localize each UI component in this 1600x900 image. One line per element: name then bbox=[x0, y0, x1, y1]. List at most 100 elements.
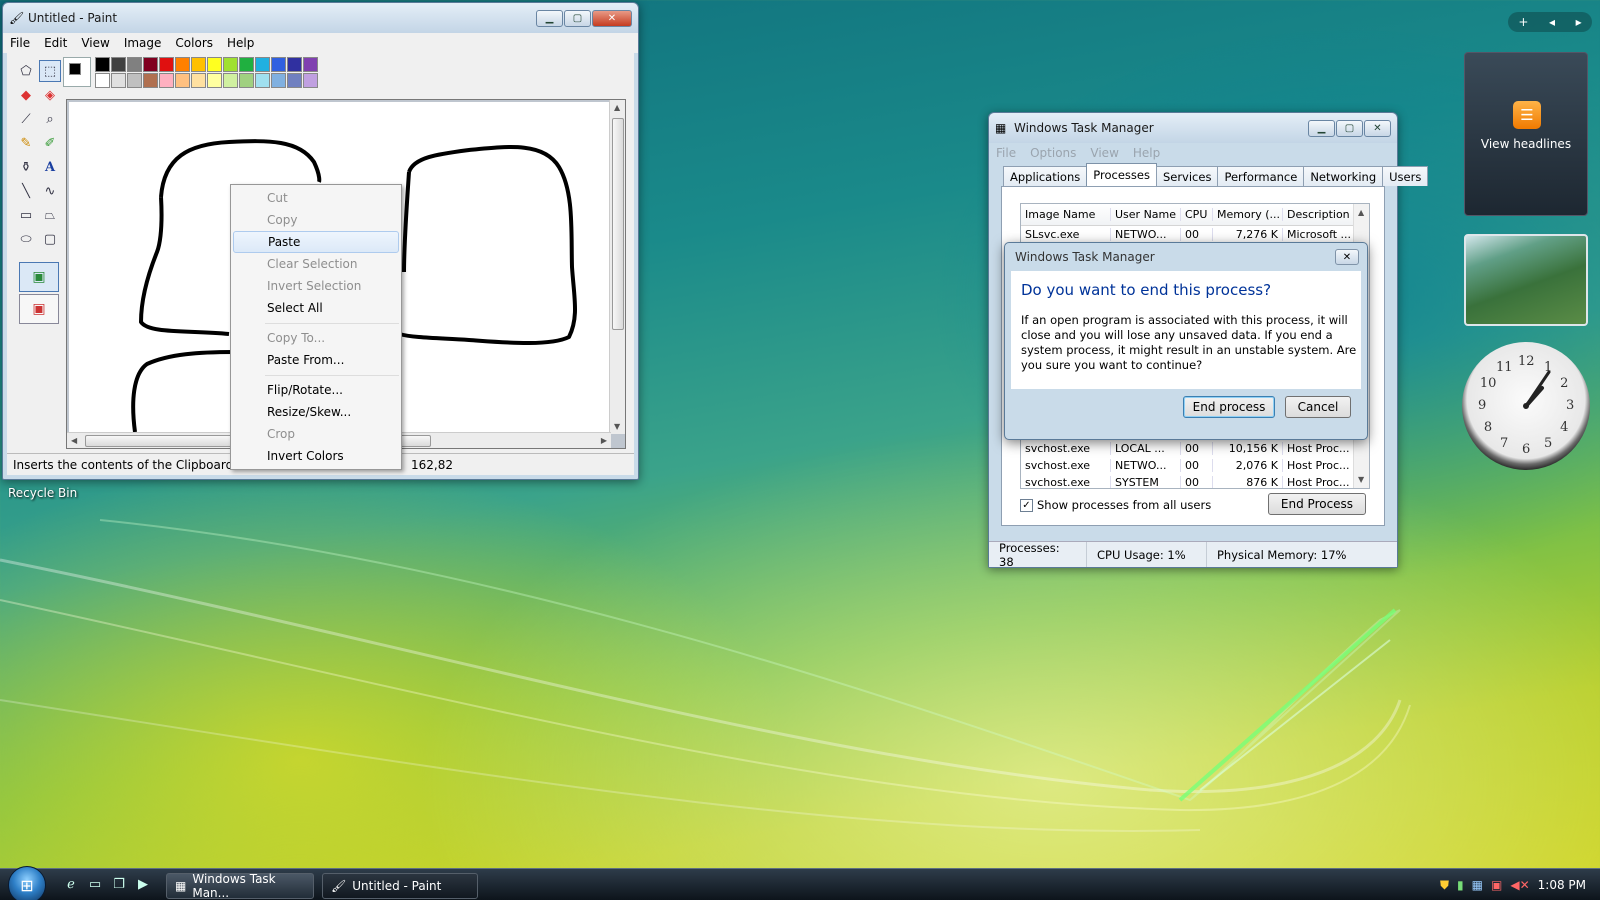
menu-item-copy[interactable]: Copy bbox=[233, 209, 399, 231]
internet-explorer-icon[interactable]: ℯ bbox=[62, 875, 80, 893]
color-swatch[interactable] bbox=[143, 73, 158, 88]
table-row[interactable]: SLsvc.exe NETWO... 00 7,276 K Microsoft … bbox=[1021, 226, 1369, 243]
color-swatch[interactable] bbox=[111, 57, 126, 72]
show-desktop-icon[interactable]: ▭ bbox=[86, 875, 104, 893]
color-swatch[interactable] bbox=[191, 73, 206, 88]
menu-item-cut[interactable]: Cut bbox=[233, 187, 399, 209]
menu-file[interactable]: File bbox=[989, 146, 1023, 160]
network-warning-icon[interactable]: ▣ bbox=[1491, 878, 1502, 892]
menu-help[interactable]: Help bbox=[1126, 146, 1167, 160]
canvas-vscrollbar[interactable]: ▲ ▼ bbox=[609, 100, 625, 434]
color-swatch[interactable] bbox=[287, 57, 302, 72]
paint-titlebar[interactable]: 🖌 Untitled - Paint ▁ ▢ ✕ bbox=[3, 3, 638, 33]
taskbar-button-paint[interactable]: 🖌 Untitled - Paint bbox=[322, 873, 478, 899]
minimize-button[interactable]: ▁ bbox=[536, 9, 563, 27]
taskmgr-titlebar[interactable]: ▦ Windows Task Manager ▁ ▢ ✕ bbox=[989, 113, 1397, 143]
switch-windows-icon[interactable]: ❐ bbox=[110, 875, 128, 893]
transparent-option-icon[interactable]: ▣ bbox=[19, 294, 59, 324]
menu-item-copy-to[interactable]: Copy To... bbox=[233, 327, 399, 349]
menu-options[interactable]: Options bbox=[1023, 146, 1083, 160]
feed-headlines-gadget[interactable]: ☰ View headlines bbox=[1464, 52, 1588, 216]
add-gadget-icon[interactable]: + bbox=[1518, 15, 1528, 29]
brush-icon[interactable]: ✐ bbox=[39, 132, 61, 154]
pencil-icon[interactable]: ✎ bbox=[15, 132, 37, 154]
show-all-users-checkbox[interactable]: ✓ Show processes from all users bbox=[1020, 498, 1211, 512]
tray-clock[interactable]: 1:08 PM bbox=[1538, 878, 1586, 892]
maximize-button[interactable]: ▢ bbox=[564, 9, 591, 27]
confirm-end-process-button[interactable]: End process bbox=[1183, 396, 1275, 418]
opaque-option-icon[interactable]: ▣ bbox=[19, 262, 59, 292]
color-swatch[interactable] bbox=[239, 57, 254, 72]
maximize-button[interactable]: ▢ bbox=[1336, 119, 1363, 137]
airbrush-icon[interactable]: ⚱ bbox=[15, 156, 37, 178]
color-swatch[interactable] bbox=[191, 57, 206, 72]
color-swatch[interactable] bbox=[255, 73, 270, 88]
tab-users[interactable]: Users bbox=[1382, 166, 1429, 186]
table-row[interactable]: svchost.exe NETWO... 00 2,076 K Host Pro… bbox=[1021, 457, 1355, 474]
table-row[interactable]: svchost.exe LOCAL ... 00 10,156 K Host P… bbox=[1021, 440, 1355, 457]
col-memory[interactable]: Memory (... bbox=[1213, 208, 1283, 221]
checkbox-checked-icon[interactable]: ✓ bbox=[1020, 498, 1033, 512]
color-picker-icon[interactable]: ⟋ bbox=[15, 108, 37, 130]
eraser-icon[interactable]: ◆ bbox=[15, 84, 37, 106]
feed-label[interactable]: View headlines bbox=[1465, 137, 1587, 151]
menu-colors[interactable]: Colors bbox=[168, 36, 220, 50]
color-swatch[interactable] bbox=[239, 73, 254, 88]
menu-item-select-all[interactable]: Select All bbox=[233, 297, 399, 319]
menu-item-crop[interactable]: Crop bbox=[233, 423, 399, 445]
menu-item-clear-selection[interactable]: Clear Selection bbox=[233, 253, 399, 275]
menu-file[interactable]: File bbox=[3, 36, 37, 50]
current-colors[interactable] bbox=[63, 57, 91, 87]
color-swatch[interactable] bbox=[127, 73, 142, 88]
tab-processes[interactable]: Processes bbox=[1086, 163, 1157, 186]
color-swatch[interactable] bbox=[175, 73, 190, 88]
network-tray-icon[interactable]: ▦ bbox=[1472, 878, 1483, 892]
next-icon[interactable]: ▸ bbox=[1576, 15, 1582, 29]
col-description[interactable]: Description bbox=[1283, 208, 1355, 221]
rectangle-icon[interactable]: ▭ bbox=[15, 204, 37, 226]
tab-performance[interactable]: Performance bbox=[1217, 166, 1305, 186]
fill-bucket-icon[interactable]: ◈ bbox=[39, 84, 61, 106]
menu-image[interactable]: Image bbox=[117, 36, 169, 50]
menu-edit[interactable]: Edit bbox=[37, 36, 74, 50]
magnifier-icon[interactable]: ⌕ bbox=[39, 108, 61, 130]
table-row[interactable]: svchost.exe SYSTEM 00 876 K Host Proc... bbox=[1021, 474, 1355, 488]
start-button-icon[interactable]: ⊞ bbox=[8, 866, 46, 900]
color-swatch[interactable] bbox=[303, 73, 318, 88]
rounded-rect-icon[interactable]: ▢ bbox=[39, 228, 61, 250]
line-icon[interactable]: ╲ bbox=[15, 180, 37, 202]
close-button[interactable]: ✕ bbox=[592, 9, 632, 27]
sidebar-tray-icon[interactable]: ▮ bbox=[1457, 878, 1464, 892]
free-select-icon[interactable]: ⬠ bbox=[15, 60, 37, 82]
col-user-name[interactable]: User Name bbox=[1111, 208, 1181, 221]
dialog-title[interactable]: Windows Task Manager bbox=[1005, 243, 1367, 271]
color-swatch[interactable] bbox=[95, 57, 110, 72]
color-swatch[interactable] bbox=[271, 73, 286, 88]
color-swatch[interactable] bbox=[207, 73, 222, 88]
ellipse-icon[interactable]: ⬭ bbox=[15, 228, 37, 250]
canvas-vscroll-thumb[interactable] bbox=[612, 118, 624, 330]
color-swatch[interactable] bbox=[271, 57, 286, 72]
color-swatch[interactable] bbox=[95, 73, 110, 88]
color-swatch[interactable] bbox=[159, 57, 174, 72]
color-swatch[interactable] bbox=[255, 57, 270, 72]
tab-services[interactable]: Services bbox=[1155, 166, 1219, 186]
volume-muted-icon[interactable]: ◀✕ bbox=[1510, 878, 1529, 892]
color-swatch[interactable] bbox=[127, 57, 142, 72]
col-cpu[interactable]: CPU bbox=[1181, 208, 1213, 221]
recycle-bin-label[interactable]: Recycle Bin bbox=[8, 486, 77, 500]
polygon-icon[interactable]: ⏢ bbox=[39, 204, 61, 226]
close-icon[interactable]: ✕ bbox=[1335, 249, 1359, 265]
menu-help[interactable]: Help bbox=[220, 36, 261, 50]
menu-item-invert-colors[interactable]: Invert Colors bbox=[233, 445, 399, 467]
color-swatch[interactable] bbox=[159, 73, 174, 88]
menu-item-paste-from[interactable]: Paste From... bbox=[233, 349, 399, 371]
rect-select-icon[interactable]: ⬚ bbox=[39, 60, 61, 82]
color-swatch[interactable] bbox=[287, 73, 302, 88]
color-swatch[interactable] bbox=[175, 57, 190, 72]
cancel-button[interactable]: Cancel bbox=[1285, 396, 1351, 418]
color-swatch[interactable] bbox=[207, 57, 222, 72]
end-process-button[interactable]: End Process bbox=[1268, 493, 1366, 515]
minimize-button[interactable]: ▁ bbox=[1308, 119, 1335, 137]
menu-item-paste[interactable]: Paste bbox=[233, 231, 399, 253]
